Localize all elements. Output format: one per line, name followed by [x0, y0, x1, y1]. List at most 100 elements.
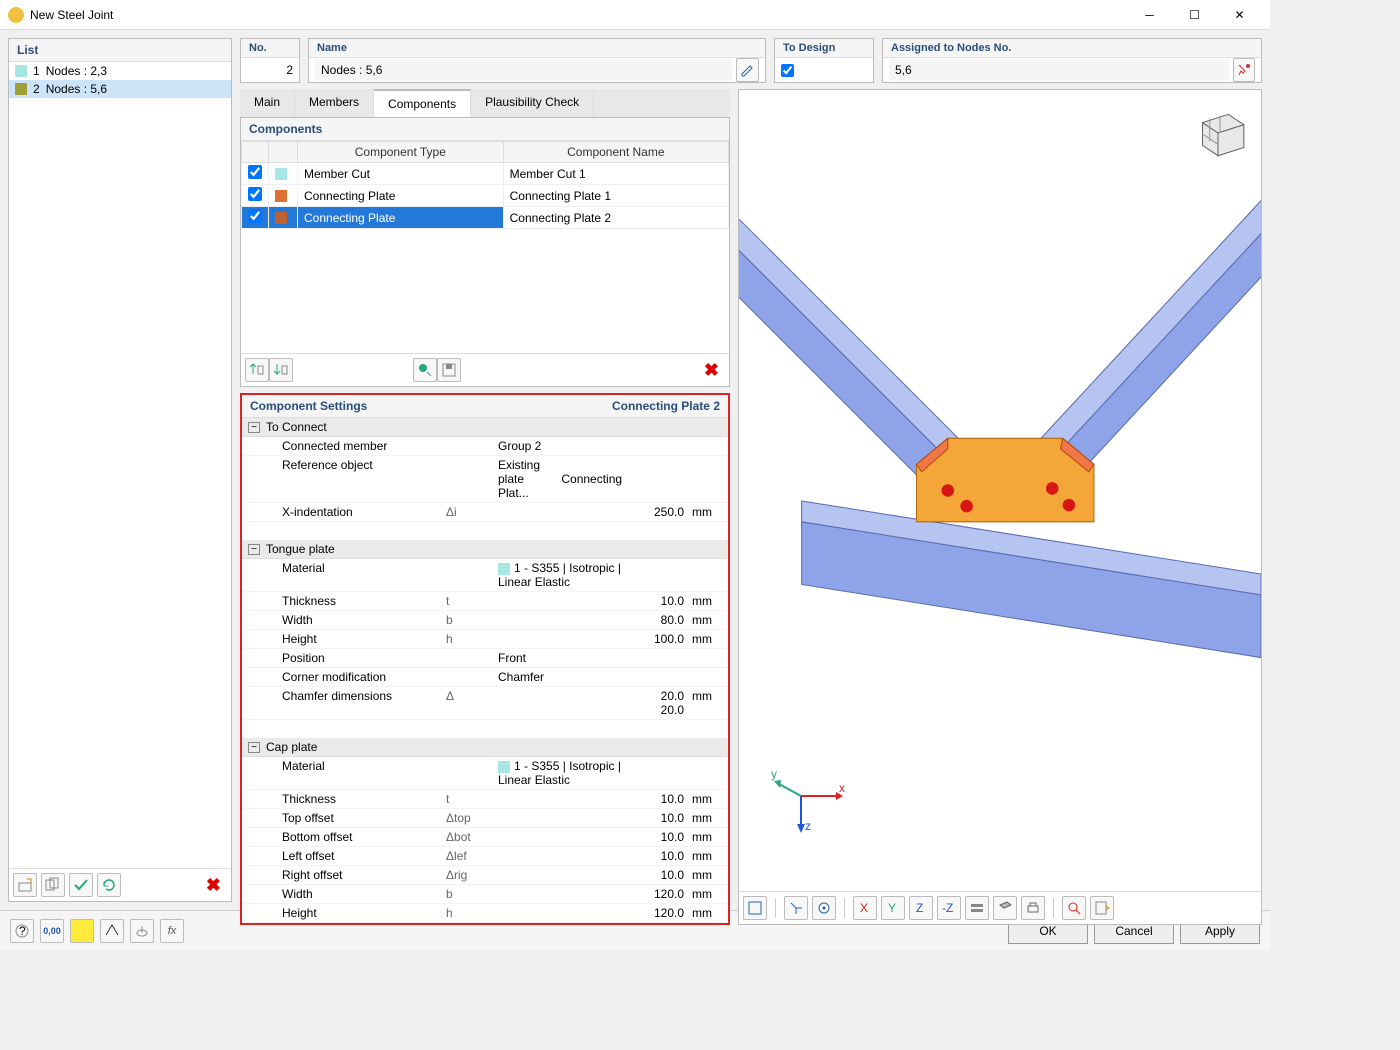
- delete-item-button[interactable]: ✖: [200, 875, 227, 896]
- view-mode-button[interactable]: [743, 896, 767, 920]
- group-header[interactable]: −To Connect: [242, 418, 728, 437]
- component-checkbox[interactable]: [248, 187, 262, 201]
- group-header[interactable]: −Cap plate: [242, 738, 728, 757]
- viewer-canvas[interactable]: x y z: [739, 90, 1261, 891]
- property-row[interactable]: Right offset Δrig 10.0 mm: [242, 866, 728, 885]
- pick-nodes-button[interactable]: [1233, 58, 1255, 82]
- property-row[interactable]: Bottom offset Δbot 10.0 mm: [242, 828, 728, 847]
- view-neg-z-button[interactable]: -Z: [937, 896, 961, 920]
- refresh-button[interactable]: [97, 873, 121, 897]
- collapse-icon[interactable]: −: [248, 422, 260, 433]
- tab-members[interactable]: Members: [295, 89, 374, 117]
- view-z-button[interactable]: Z: [909, 896, 933, 920]
- list-item[interactable]: 1Nodes : 2,3: [9, 62, 231, 80]
- component-row[interactable]: Connecting Plate Connecting Plate 1: [242, 185, 729, 207]
- no-label: No.: [241, 39, 299, 58]
- settings-header: Component Settings: [250, 399, 367, 413]
- tab-components[interactable]: Components: [374, 89, 471, 117]
- copy-item-button[interactable]: [41, 873, 65, 897]
- name-input[interactable]: [315, 59, 732, 81]
- components-panel: Components Component Type Component Name…: [240, 117, 730, 387]
- maximize-button[interactable]: ☐: [1172, 1, 1217, 29]
- svg-text:x: x: [839, 781, 845, 795]
- display-mode-button[interactable]: [965, 896, 989, 920]
- collapse-icon[interactable]: −: [248, 742, 260, 753]
- group-header[interactable]: −Tongue plate: [242, 540, 728, 559]
- assigned-input[interactable]: [889, 59, 1229, 81]
- fx-button[interactable]: fx: [160, 919, 184, 943]
- color-swatch: [15, 65, 27, 77]
- svg-text:X: X: [860, 901, 868, 915]
- component-row[interactable]: Member Cut Member Cut 1: [242, 163, 729, 185]
- minimize-button[interactable]: ─: [1127, 1, 1172, 29]
- tab-main[interactable]: Main: [240, 89, 295, 117]
- material-swatch: [498, 761, 510, 773]
- property-row[interactable]: Corner modification Chamfer: [242, 668, 728, 687]
- to-design-checkbox[interactable]: [781, 64, 794, 77]
- tab-plausibility-check[interactable]: Plausibility Check: [471, 89, 594, 117]
- import-button[interactable]: [413, 358, 437, 382]
- property-row[interactable]: Top offset Δtop 10.0 mm: [242, 809, 728, 828]
- zoom-reset-button[interactable]: [1062, 896, 1086, 920]
- component-color: [275, 212, 287, 224]
- to-design-field: To Design: [774, 38, 874, 83]
- list-body[interactable]: 1Nodes : 2,32Nodes : 5,6: [9, 62, 231, 868]
- seed-button[interactable]: [130, 919, 154, 943]
- color-button[interactable]: [70, 919, 94, 943]
- dimension-button[interactable]: [100, 919, 124, 943]
- property-row[interactable]: Width b 80.0 mm: [242, 611, 728, 630]
- property-row[interactable]: X-indentation Δi 250.0 mm: [242, 503, 728, 522]
- delete-component-button[interactable]: ✖: [698, 360, 725, 381]
- svg-text:?: ?: [19, 924, 26, 938]
- collapse-icon[interactable]: −: [248, 544, 260, 555]
- col-component-type: Component Type: [298, 142, 504, 163]
- viewer-toolbar: X Y Z -Z: [739, 891, 1261, 924]
- property-row[interactable]: Thickness t 10.0 mm: [242, 592, 728, 611]
- units-button[interactable]: 0,00: [40, 919, 64, 943]
- render-button[interactable]: [993, 896, 1017, 920]
- property-row[interactable]: Chamfer dimensions Δ 20.0 20.0 mm: [242, 687, 728, 720]
- components-header: Components: [241, 118, 729, 141]
- viewer-close-button[interactable]: [1090, 896, 1114, 920]
- property-row[interactable]: Connected member Group 2: [242, 437, 728, 456]
- settings-title: Connecting Plate 2: [612, 399, 720, 413]
- new-item-button[interactable]: [13, 873, 37, 897]
- close-button[interactable]: ✕: [1217, 1, 1262, 29]
- property-row[interactable]: Height h 100.0 mm: [242, 630, 728, 649]
- no-field: No. 2: [240, 38, 300, 83]
- view-y-button[interactable]: Y: [881, 896, 905, 920]
- tab-bar: MainMembersComponentsPlausibility Check: [240, 89, 730, 117]
- to-design-label: To Design: [775, 39, 873, 58]
- property-row[interactable]: Width b 120.0 mm: [242, 885, 728, 904]
- list-item[interactable]: 2Nodes : 5,6: [9, 80, 231, 98]
- col-component-name: Component Name: [503, 142, 728, 163]
- component-row[interactable]: Connecting Plate Connecting Plate 2: [242, 207, 729, 229]
- help-button[interactable]: ?: [10, 919, 34, 943]
- save-component-button[interactable]: [437, 358, 461, 382]
- component-settings-panel: Component Settings Connecting Plate 2 −T…: [240, 393, 730, 925]
- svg-text:y: y: [771, 767, 777, 781]
- move-up-button[interactable]: [245, 358, 269, 382]
- property-row[interactable]: Material 1 - S355 | Isotropic | Linear E…: [242, 559, 728, 592]
- move-down-button[interactable]: [269, 358, 293, 382]
- no-value: 2: [247, 63, 293, 77]
- view-cube[interactable]: [1187, 102, 1249, 164]
- property-grid[interactable]: −To ConnectConnected member Group 2 Refe…: [242, 418, 728, 923]
- property-row[interactable]: Left offset Δlef 10.0 mm: [242, 847, 728, 866]
- list-toolbar: ✖: [9, 868, 231, 901]
- property-row[interactable]: Thickness t 10.0 mm: [242, 790, 728, 809]
- component-checkbox[interactable]: [248, 209, 262, 223]
- svg-text:-Z: -Z: [942, 901, 953, 915]
- view-x-button[interactable]: X: [853, 896, 877, 920]
- property-row[interactable]: Material 1 - S355 | Isotropic | Linear E…: [242, 757, 728, 790]
- edit-name-button[interactable]: [736, 58, 759, 82]
- property-row[interactable]: Reference object Existing plateConnectin…: [242, 456, 728, 503]
- check-all-button[interactable]: [69, 873, 93, 897]
- view-preset-button[interactable]: [812, 896, 836, 920]
- axes-button[interactable]: [784, 896, 808, 920]
- components-table[interactable]: Component Type Component Name Member Cut…: [241, 141, 729, 353]
- print-button[interactable]: [1021, 896, 1045, 920]
- property-row[interactable]: Height h 120.0 mm: [242, 904, 728, 923]
- component-checkbox[interactable]: [248, 165, 262, 179]
- property-row[interactable]: Position Front: [242, 649, 728, 668]
